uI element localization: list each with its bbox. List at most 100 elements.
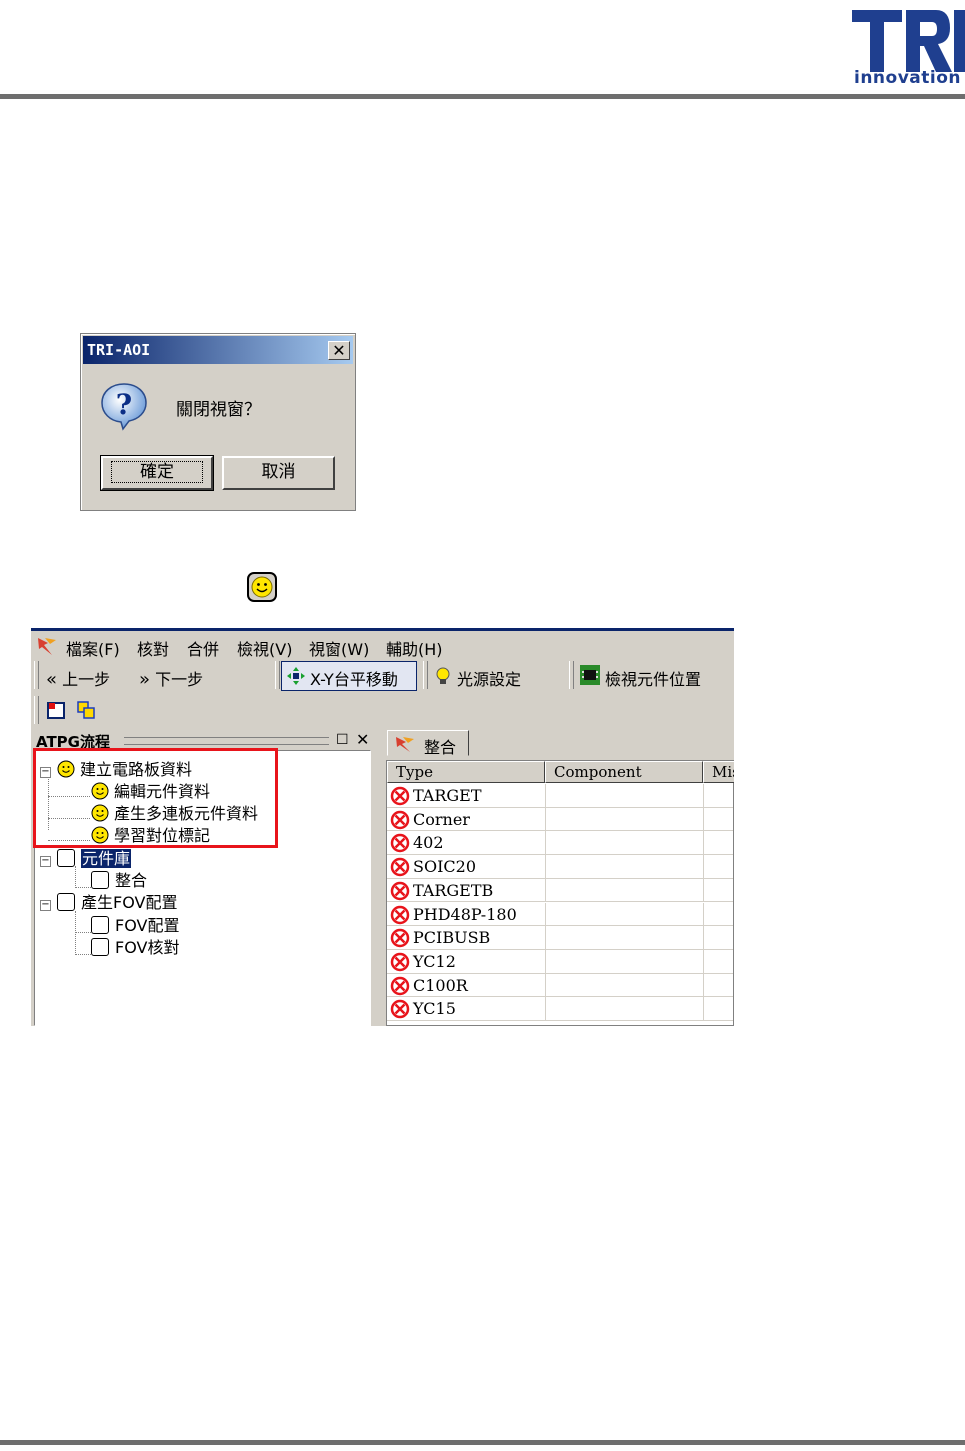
table-row[interactable]: YC15 <box>387 997 733 1021</box>
main-toolbar: « 上一步 » 下一步 X-Y台平移動 光源設定 檢視元件位置 <box>31 659 734 693</box>
dialog-title-bar: TRI-AOI ✕ <box>83 336 353 364</box>
cell-divider <box>545 831 546 855</box>
error-icon <box>390 976 410 996</box>
cell-divider <box>703 878 704 902</box>
checkbox-icon[interactable] <box>57 893 75 911</box>
table-row[interactable]: YC12 <box>387 949 733 974</box>
copy-layout-icon[interactable] <box>76 700 96 720</box>
row-type: 402 <box>413 833 444 853</box>
tree-item-label: FOV核對 <box>115 938 180 957</box>
error-icon <box>390 810 410 830</box>
menu-file[interactable]: 檔案(F) <box>66 636 120 660</box>
checkbox-icon[interactable] <box>91 871 109 889</box>
cell-divider <box>545 973 546 997</box>
tree-item-generate-fov[interactable]: − 產生FOV配置 <box>40 892 177 914</box>
dialog-title: TRI-AOI <box>87 341 151 359</box>
menu-help[interactable]: 輔助(H) <box>386 636 443 660</box>
cell-divider <box>545 997 546 1020</box>
cell-divider <box>703 997 704 1020</box>
row-type: SOIC20 <box>413 857 476 877</box>
atpg-app-window: 檔案(F) 核對 合併 檢視(V) 視窗(W) 輔助(H) « 上一步 » 下一… <box>31 628 734 1026</box>
table-row[interactable]: TARGET <box>387 784 733 808</box>
table-row[interactable]: PHD48P-180 <box>387 902 733 927</box>
close-window-dialog: TRI-AOI ✕ ? 關閉視窗？ 確定 取消 <box>80 333 356 511</box>
grid-body: TARGET Corner 402 SOIC20 TARGETB PHD48P-180 PC… <box>387 784 733 1026</box>
tab-label: 整合 <box>424 738 457 757</box>
tree-connector <box>75 911 76 955</box>
table-row[interactable]: TARGETB <box>387 878 733 903</box>
xy-table-move-button[interactable]: X-Y台平移動 <box>281 661 417 691</box>
cancel-button[interactable]: 取消 <box>222 456 335 490</box>
cell-divider <box>545 855 546 878</box>
cell-divider <box>545 926 546 949</box>
menu-verify[interactable]: 核對 <box>137 636 169 660</box>
tree-connector <box>75 887 91 888</box>
window-top-border <box>31 628 734 631</box>
cell-divider <box>545 784 546 807</box>
checkbox-icon[interactable] <box>57 849 75 867</box>
svg-text:?: ? <box>116 388 132 421</box>
tree-item-integrate[interactable]: 整合 <box>91 870 147 892</box>
footer-divider <box>0 1440 965 1445</box>
column-header-mis[interactable]: Mis <box>703 761 734 783</box>
checkbox-icon[interactable] <box>91 938 109 956</box>
cell-divider <box>703 902 704 926</box>
tree-connector <box>75 932 91 933</box>
next-button[interactable]: » 下一步 <box>139 666 203 690</box>
error-icon <box>390 928 410 948</box>
ok-button[interactable]: 確定 <box>100 455 214 491</box>
row-type: PCIBUSB <box>413 928 491 948</box>
table-row[interactable]: PCIBUSB <box>387 926 733 950</box>
chevron-left-icon: « <box>46 669 58 690</box>
error-icon <box>390 857 410 877</box>
cell-divider <box>703 784 704 807</box>
component-grid: Type Component Mis TARGET Corner 402 SOIC20… <box>386 760 734 1026</box>
close-icon[interactable]: ✕ <box>356 730 369 749</box>
question-icon: ? <box>99 381 149 431</box>
toolbar-grip <box>423 661 428 689</box>
cell-divider <box>703 831 704 855</box>
header-divider <box>0 94 965 99</box>
view-component-position-button[interactable]: 檢視元件位置 <box>605 666 701 690</box>
tree-item-component-library[interactable]: − 元件庫 <box>40 848 132 870</box>
cell-divider <box>703 807 704 831</box>
tree-item-fov-config[interactable]: FOV配置 <box>91 915 179 937</box>
row-type: TARGETB <box>413 880 494 900</box>
column-header-type[interactable]: Type <box>387 761 545 783</box>
chip-icon[interactable] <box>579 664 601 686</box>
checkbox-icon[interactable] <box>91 916 109 934</box>
row-type: YC15 <box>413 999 456 1019</box>
column-header-component[interactable]: Component <box>545 761 703 783</box>
collapse-icon[interactable]: − <box>40 856 51 867</box>
tri-logo: innovation <box>850 4 965 92</box>
restore-icon[interactable]: ☐ <box>336 732 349 748</box>
table-row[interactable]: Corner <box>387 807 733 832</box>
error-icon <box>390 999 410 1019</box>
light-settings-button[interactable]: 光源設定 <box>457 666 521 690</box>
menu-bar: 檔案(F) 核對 合併 檢視(V) 視窗(W) 輔助(H) <box>31 632 734 660</box>
cell-divider <box>545 878 546 902</box>
secondary-toolbar <box>31 694 734 726</box>
chevron-right-icon: » <box>139 669 151 690</box>
move-arrows-icon <box>286 666 306 686</box>
close-icon[interactable]: ✕ <box>328 341 350 360</box>
tab-integrate[interactable]: 整合 <box>387 730 469 757</box>
menu-window[interactable]: 視窗(W) <box>309 636 369 660</box>
board-select-icon[interactable] <box>46 700 66 720</box>
error-icon <box>390 905 410 925</box>
cell-divider <box>703 855 704 878</box>
tree-item-fov-verify[interactable]: FOV核對 <box>91 937 179 959</box>
next-label: 下一步 <box>155 670 204 689</box>
menu-view[interactable]: 檢視(V) <box>237 636 292 660</box>
table-row[interactable]: C100R <box>387 973 733 998</box>
table-row[interactable]: 402 <box>387 831 733 856</box>
table-row[interactable]: SOIC20 <box>387 855 733 879</box>
row-type: PHD48P-180 <box>413 904 517 924</box>
cell-divider <box>545 902 546 926</box>
collapse-icon[interactable]: − <box>40 900 51 911</box>
tree-item-label: 元件庫 <box>81 849 132 868</box>
lightbulb-icon[interactable] <box>431 664 455 688</box>
app-logo-icon <box>394 735 416 753</box>
menu-merge[interactable]: 合併 <box>187 636 219 660</box>
back-button[interactable]: « 上一步 <box>46 666 110 690</box>
